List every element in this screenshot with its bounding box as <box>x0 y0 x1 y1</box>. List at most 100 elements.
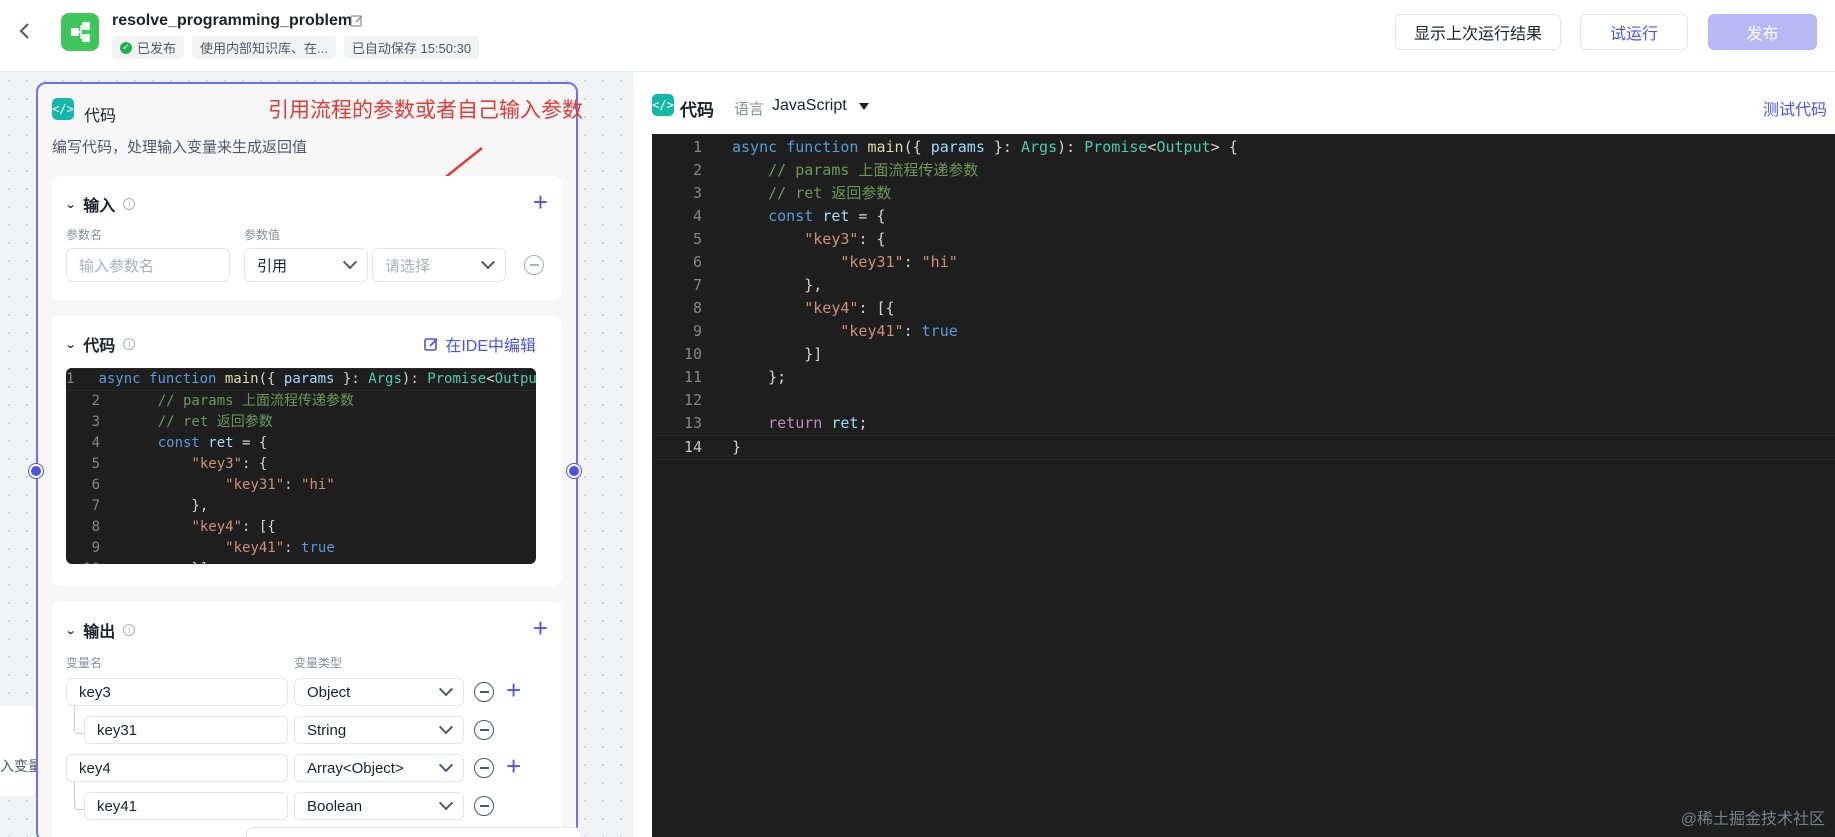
chevron-down-icon <box>342 255 358 270</box>
code-line[interactable]: 8 "key4": [{ <box>66 517 536 538</box>
add-child-plus-icon[interactable]: + <box>506 753 521 779</box>
code-line[interactable]: 2 // params 上面流程传递参数 <box>66 391 536 412</box>
code-line[interactable]: 13 return ret; <box>652 412 1835 435</box>
code-line[interactable]: 2 // params 上面流程传递参数 <box>652 159 1835 182</box>
mini-code-editor[interactable]: 1 async function main({ params }: Args): … <box>66 368 536 564</box>
output-var-type-select[interactable]: Object <box>294 678 464 706</box>
code-line[interactable]: 4 const ret = { <box>66 433 536 454</box>
code-line[interactable]: 1 async function main({ params }: Args): … <box>652 136 1835 159</box>
show-last-result-button[interactable]: 显示上次运行结果 <box>1395 14 1561 50</box>
edit-in-ide-link[interactable]: 在IDE中编辑 <box>424 332 536 356</box>
line-number: 12 <box>683 391 702 409</box>
info-icon[interactable]: i <box>123 624 136 636</box>
code-line[interactable]: 3 // ret 返回参数 <box>66 412 536 433</box>
code-line[interactable]: 9 "key41": true <box>66 538 536 559</box>
code-text: "key3": { <box>804 230 886 248</box>
code-text: "key4": [{ <box>191 519 276 535</box>
param-name-label: 参数名 <box>66 228 103 242</box>
main-code-editor[interactable]: 1 async function main({ params }: Args): … <box>652 134 1835 837</box>
chevron-down-icon <box>438 720 454 735</box>
output-var-type-select[interactable]: Array<Object> <box>294 754 464 782</box>
line-number: 9 <box>692 322 702 340</box>
workflow-icon <box>61 13 99 51</box>
code-text: const ret = { <box>157 435 268 451</box>
param-value-label: 参数值 <box>244 228 281 242</box>
code-line[interactable]: 11 }; <box>652 366 1835 389</box>
line-number: 11 <box>683 368 702 386</box>
param-name-input[interactable]: 输入参数名 <box>66 248 230 282</box>
code-text: }; <box>732 368 787 386</box>
code-line[interactable]: 10 }] <box>652 343 1835 366</box>
line-number: 5 <box>692 230 702 248</box>
code-line[interactable]: 8 "key4": [{ <box>652 297 1835 320</box>
check-circle-icon: ✓ <box>120 41 132 54</box>
output-section-title: 输出 <box>83 624 116 641</box>
chevron-down-icon <box>438 758 454 773</box>
add-output-plus-icon[interactable]: + <box>533 615 548 641</box>
output-var-name[interactable]: key4 <box>66 754 288 782</box>
input-section-header[interactable]: ⌄ 输入 i <box>65 192 136 216</box>
output-var-name[interactable]: key41 <box>84 792 288 820</box>
external-edit-icon <box>424 337 438 351</box>
input-port[interactable] <box>29 464 43 478</box>
code-line[interactable]: 4 const ret = { <box>652 205 1835 228</box>
code-line[interactable]: 5 "key3": { <box>66 454 536 475</box>
code-line[interactable]: 3 // ret 返回参数 <box>652 182 1835 205</box>
code-node[interactable]: </> 代码 引用流程的参数或者自己输入参数 编写代码，处理输入变量来生成返回值… <box>29 82 583 837</box>
line-number: 14 <box>683 438 702 456</box>
code-line[interactable]: 1 async function main({ params }: Args): … <box>66 368 536 391</box>
add-child-plus-icon[interactable]: + <box>506 677 521 703</box>
remove-output-icon[interactable] <box>474 796 494 816</box>
watermark: @稀土掘金技术社区 <box>1680 811 1825 828</box>
language-select[interactable]: JavaScript <box>772 97 869 115</box>
output-var-name[interactable]: key31 <box>84 716 288 744</box>
bottom-floating-bar[interactable] <box>246 827 582 837</box>
code-text: // ret 返回参数 <box>157 414 273 430</box>
var-name-label: 变量名 <box>66 656 103 670</box>
code-line[interactable]: 12 <box>652 389 1835 412</box>
info-icon[interactable]: i <box>123 198 136 210</box>
output-port[interactable] <box>567 464 581 478</box>
value-select[interactable]: 请选择 <box>372 248 506 282</box>
output-var-type-label: Object <box>307 683 351 701</box>
remove-output-icon[interactable] <box>474 758 494 778</box>
remove-input-icon[interactable] <box>524 255 544 275</box>
remove-output-icon[interactable] <box>474 720 494 740</box>
code-section-header[interactable]: ⌄ 代码 i <box>65 332 136 356</box>
publish-button[interactable]: 发布 <box>1708 14 1817 50</box>
code-line[interactable]: 7 }, <box>66 496 536 517</box>
remove-output-icon[interactable] <box>474 682 494 702</box>
trial-run-button[interactable]: 试运行 <box>1580 14 1688 50</box>
line-number: 1 <box>66 371 75 387</box>
output-var-type-label: String <box>307 721 347 739</box>
chevron-down-icon[interactable]: ⌄ <box>65 624 77 637</box>
output-var-type-select[interactable]: String <box>294 716 464 744</box>
line-number: 3 <box>91 414 100 430</box>
test-code-button[interactable]: 测试代码 <box>1763 96 1827 120</box>
code-text: }] <box>732 345 823 363</box>
add-input-plus-icon[interactable]: + <box>533 189 548 215</box>
adjacent-node-card[interactable]: 入变量 <box>0 706 36 796</box>
code-text: "key4": [{ <box>804 299 895 317</box>
code-text: // params 上面流程传递参数 <box>157 393 355 409</box>
line-number: 1 <box>692 138 702 156</box>
code-line[interactable]: 14} <box>652 435 1835 460</box>
code-line[interactable]: 6 "key31": "hi" <box>66 475 536 496</box>
code-line[interactable]: 10 }] <box>66 559 536 564</box>
code-line[interactable]: 6 "key31": "hi" <box>652 251 1835 274</box>
chevron-down-icon[interactable]: ⌄ <box>65 198 77 211</box>
code-text: // ret 返回参数 <box>768 184 892 202</box>
value-type-select[interactable]: 引用 <box>244 248 368 282</box>
code-line[interactable]: 5 "key3": { <box>652 228 1835 251</box>
node-description: 编写代码，处理输入变量来生成返回值 <box>52 139 308 156</box>
output-section-header[interactable]: ⌄ 输出 i <box>65 618 136 642</box>
chevron-down-icon[interactable]: ⌄ <box>65 338 77 351</box>
output-var-name[interactable]: key3 <box>66 678 288 706</box>
back-icon[interactable] <box>14 20 36 42</box>
code-line[interactable]: 7 }, <box>652 274 1835 297</box>
info-icon[interactable]: i <box>123 338 136 350</box>
code-line[interactable]: 9 "key41": true <box>652 320 1835 343</box>
output-var-type-select[interactable]: Boolean <box>294 792 464 820</box>
knowledge-badge[interactable]: 使用内部知识库、在... <box>192 36 336 59</box>
pencil-icon[interactable] <box>350 14 364 28</box>
